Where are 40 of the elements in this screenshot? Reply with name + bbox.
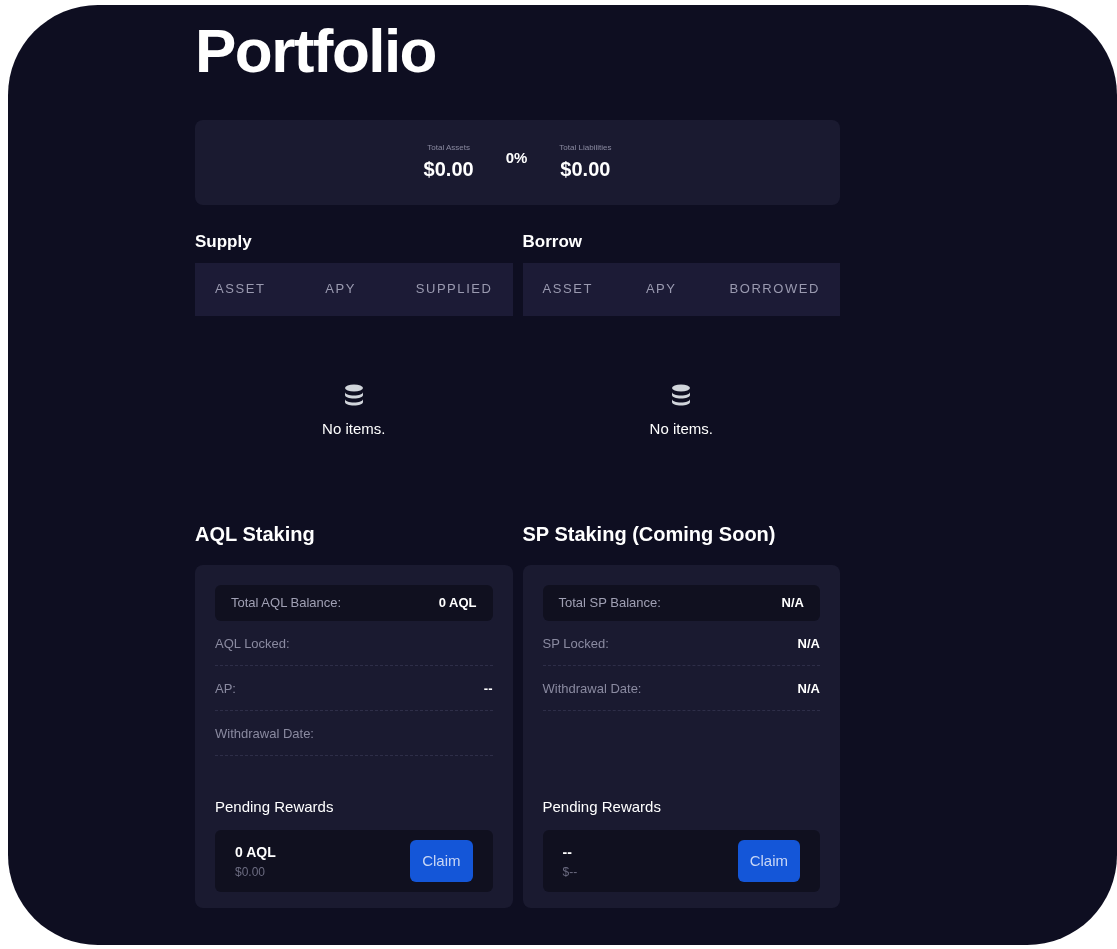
row-label: AQL Locked: [215, 634, 290, 653]
ratio-value: 0% [505, 148, 528, 169]
reward-amount: 0 AQL [235, 842, 276, 862]
database-icon [343, 383, 364, 406]
section-heading: Borrow [522, 231, 583, 253]
summary-value: $0.00 [560, 156, 611, 182]
page-title: Portfolio [195, 20, 437, 82]
rewards-heading: Pending Rewards [542, 796, 662, 817]
rewards-heading: Pending Rewards [215, 796, 335, 817]
balance-value: N/A [781, 594, 804, 613]
claim-button[interactable]: Claim [737, 840, 800, 882]
claim-button[interactable]: Claim [410, 840, 473, 882]
summary-value: $0.00 [423, 156, 474, 182]
section-heading: AQL Staking [195, 522, 316, 547]
reward-amount: -- [562, 842, 573, 862]
balance-label: Total AQL Balance: [231, 594, 342, 613]
row-label: Withdrawal Date: [542, 679, 642, 698]
row-value: -- [483, 679, 493, 698]
summary-label: Total Liabilities [559, 141, 612, 154]
column-header: SUPPLIED [415, 280, 493, 299]
balance-value: 0 AQL [438, 594, 477, 613]
reward-usd: $-- [562, 863, 578, 881]
empty-message: No items. [649, 418, 713, 439]
balance-label: Total SP Balance: [558, 594, 661, 613]
row-label: AP: [215, 679, 236, 698]
column-header: ASSET [215, 280, 266, 299]
empty-message: No items. [322, 418, 386, 439]
row-value: N/A [797, 634, 820, 653]
section-heading: Supply [195, 231, 253, 253]
column-header: BORROWED [729, 280, 820, 299]
column-header: ASSET [542, 280, 593, 299]
column-header: APY [325, 280, 356, 299]
reward-usd: $0.00 [235, 863, 267, 881]
row-value: N/A [797, 679, 820, 698]
section-heading: SP Staking (Coming Soon) [522, 522, 777, 547]
summary-label: Total Assets [427, 141, 470, 154]
row-label: SP Locked: [542, 634, 609, 653]
database-icon [671, 383, 692, 406]
column-header: APY [645, 280, 677, 299]
row-label: Withdrawal Date: [215, 724, 314, 743]
